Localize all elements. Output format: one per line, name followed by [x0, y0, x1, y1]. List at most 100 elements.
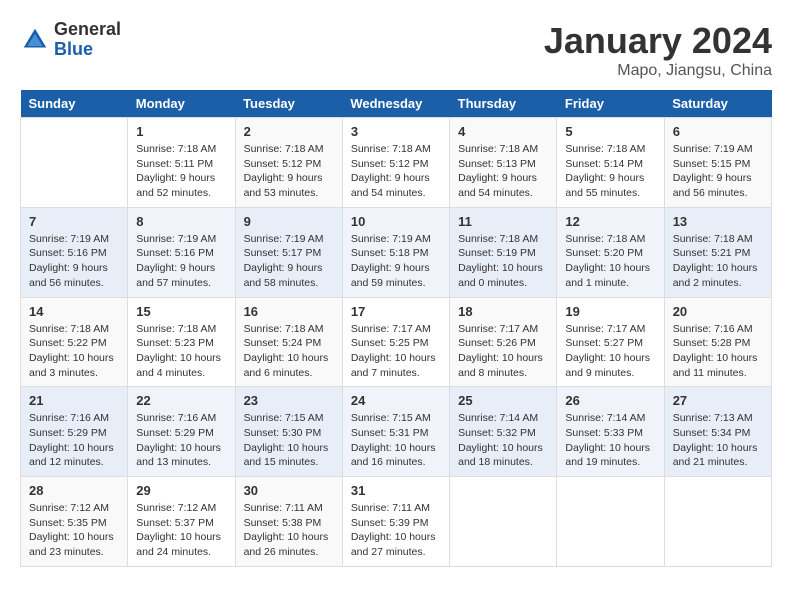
day-number: 23 — [244, 393, 334, 408]
header-cell: Wednesday — [342, 90, 449, 118]
logo-blue: Blue — [54, 40, 121, 60]
day-number: 2 — [244, 124, 334, 139]
logo-general: General — [54, 20, 121, 40]
calendar-cell: 21Sunrise: 7:16 AMSunset: 5:29 PMDayligh… — [21, 387, 128, 477]
calendar-subtitle: Mapo, Jiangsu, China — [544, 62, 772, 80]
calendar-cell — [664, 477, 771, 567]
calendar-cell — [21, 118, 128, 208]
calendar-week-row: 21Sunrise: 7:16 AMSunset: 5:29 PMDayligh… — [21, 387, 772, 477]
calendar-cell: 15 Sunrise: 7:18 AMSunset: 5:23 PMDayligh… — [128, 297, 235, 387]
day-info: Sunrise: 7:16 AMSunset: 5:28 PMDaylight:… — [673, 322, 763, 381]
calendar-week-row: 7 Sunrise: 7:19 AMSunset: 5:16 PMDaylight… — [21, 207, 772, 297]
day-info: Sunrise: 7:19 AMSunset: 5:18 PMDaylight:… — [351, 232, 441, 291]
day-number: 9 — [244, 214, 334, 229]
header-cell: Tuesday — [235, 90, 342, 118]
calendar-cell: 20 Sunrise: 7:16 AMSunset: 5:28 PMDayligh… — [664, 297, 771, 387]
day-number: 24 — [351, 393, 441, 408]
day-info: Sunrise: 7:18 AMSunset: 5:19 PMDaylight:… — [458, 232, 548, 291]
calendar-cell: 4Sunrise: 7:18 AMSunset: 5:13 PMDaylight… — [450, 118, 557, 208]
day-number: 25 — [458, 393, 548, 408]
day-number: 15 — [136, 304, 226, 319]
day-number: 11 — [458, 214, 548, 229]
day-info: Sunrise: 7:19 AMSunset: 5:16 PMDaylight:… — [136, 232, 226, 291]
day-number: 1 — [136, 124, 226, 139]
day-info: Sunrise: 7:18 AMSunset: 5:12 PMDaylight:… — [244, 142, 334, 201]
day-number: 20 — [673, 304, 763, 319]
calendar-cell: 22 Sunrise: 7:16 AMSunset: 5:29 PMDayligh… — [128, 387, 235, 477]
calendar-week-row: 1Sunrise: 7:18 AMSunset: 5:11 PMDaylight… — [21, 118, 772, 208]
calendar-cell: 23Sunrise: 7:15 AMSunset: 5:30 PMDayligh… — [235, 387, 342, 477]
logo-text: General Blue — [54, 20, 121, 60]
calendar-cell: 2 Sunrise: 7:18 AMSunset: 5:12 PMDaylight… — [235, 118, 342, 208]
day-number: 18 — [458, 304, 548, 319]
calendar-cell — [557, 477, 664, 567]
day-number: 17 — [351, 304, 441, 319]
page-header: General Blue January 2024 Mapo, Jiangsu,… — [20, 20, 772, 80]
logo-icon — [20, 25, 50, 55]
day-info: Sunrise: 7:19 AMSunset: 5:16 PMDaylight:… — [29, 232, 119, 291]
day-info: Sunrise: 7:16 AMSunset: 5:29 PMDaylight:… — [136, 411, 226, 470]
header-cell: Sunday — [21, 90, 128, 118]
day-info: Sunrise: 7:19 AMSunset: 5:15 PMDaylight:… — [673, 142, 763, 201]
calendar-cell: 12 Sunrise: 7:18 AMSunset: 5:20 PMDayligh… — [557, 207, 664, 297]
calendar-cell: 24 Sunrise: 7:15 AMSunset: 5:31 PMDayligh… — [342, 387, 449, 477]
header-cell: Friday — [557, 90, 664, 118]
day-info: Sunrise: 7:14 AMSunset: 5:33 PMDaylight:… — [565, 411, 655, 470]
calendar-cell: 25 Sunrise: 7:14 AMSunset: 5:32 PMDayligh… — [450, 387, 557, 477]
logo: General Blue — [20, 20, 121, 60]
day-number: 7 — [29, 214, 119, 229]
day-info: Sunrise: 7:12 AMSunset: 5:37 PMDaylight:… — [136, 501, 226, 560]
day-info: Sunrise: 7:16 AMSunset: 5:29 PMDaylight:… — [29, 411, 119, 470]
calendar-cell: 6Sunrise: 7:19 AMSunset: 5:15 PMDaylight… — [664, 118, 771, 208]
day-info: Sunrise: 7:18 AMSunset: 5:24 PMDaylight:… — [244, 322, 334, 381]
day-info: Sunrise: 7:18 AMSunset: 5:12 PMDaylight:… — [351, 142, 441, 201]
calendar-cell: 3Sunrise: 7:18 AMSunset: 5:12 PMDaylight… — [342, 118, 449, 208]
calendar-table: SundayMondayTuesdayWednesdayThursdayFrid… — [20, 90, 772, 567]
calendar-cell: 26 Sunrise: 7:14 AMSunset: 5:33 PMDayligh… — [557, 387, 664, 477]
calendar-cell: 18Sunrise: 7:17 AMSunset: 5:26 PMDayligh… — [450, 297, 557, 387]
day-number: 12 — [565, 214, 655, 229]
calendar-week-row: 14 Sunrise: 7:18 AMSunset: 5:22 PMDayligh… — [21, 297, 772, 387]
day-info: Sunrise: 7:11 AMSunset: 5:39 PMDaylight:… — [351, 501, 441, 560]
day-number: 26 — [565, 393, 655, 408]
calendar-week-row: 28Sunrise: 7:12 AMSunset: 5:35 PMDayligh… — [21, 477, 772, 567]
calendar-cell: 29 Sunrise: 7:12 AMSunset: 5:37 PMDayligh… — [128, 477, 235, 567]
header-cell: Monday — [128, 90, 235, 118]
calendar-cell: 13 Sunrise: 7:18 AMSunset: 5:21 PMDayligh… — [664, 207, 771, 297]
header-row: SundayMondayTuesdayWednesdayThursdayFrid… — [21, 90, 772, 118]
calendar-cell: 11 Sunrise: 7:18 AMSunset: 5:19 PMDayligh… — [450, 207, 557, 297]
calendar-cell: 8Sunrise: 7:19 AMSunset: 5:16 PMDaylight… — [128, 207, 235, 297]
day-info: Sunrise: 7:17 AMSunset: 5:27 PMDaylight:… — [565, 322, 655, 381]
calendar-cell: 10Sunrise: 7:19 AMSunset: 5:18 PMDayligh… — [342, 207, 449, 297]
day-number: 30 — [244, 483, 334, 498]
day-number: 16 — [244, 304, 334, 319]
calendar-cell: 28Sunrise: 7:12 AMSunset: 5:35 PMDayligh… — [21, 477, 128, 567]
day-number: 31 — [351, 483, 441, 498]
day-number: 29 — [136, 483, 226, 498]
day-info: Sunrise: 7:11 AMSunset: 5:38 PMDaylight:… — [244, 501, 334, 560]
day-info: Sunrise: 7:18 AMSunset: 5:21 PMDaylight:… — [673, 232, 763, 291]
calendar-cell: 30 Sunrise: 7:11 AMSunset: 5:38 PMDayligh… — [235, 477, 342, 567]
day-info: Sunrise: 7:15 AMSunset: 5:31 PMDaylight:… — [351, 411, 441, 470]
calendar-cell: 16 Sunrise: 7:18 AMSunset: 5:24 PMDayligh… — [235, 297, 342, 387]
day-number: 27 — [673, 393, 763, 408]
calendar-cell: 27Sunrise: 7:13 AMSunset: 5:34 PMDayligh… — [664, 387, 771, 477]
day-info: Sunrise: 7:18 AMSunset: 5:22 PMDaylight:… — [29, 322, 119, 381]
day-number: 5 — [565, 124, 655, 139]
day-info: Sunrise: 7:18 AMSunset: 5:23 PMDaylight:… — [136, 322, 226, 381]
calendar-cell: 31 Sunrise: 7:11 AMSunset: 5:39 PMDayligh… — [342, 477, 449, 567]
day-number: 14 — [29, 304, 119, 319]
day-info: Sunrise: 7:14 AMSunset: 5:32 PMDaylight:… — [458, 411, 548, 470]
calendar-title: January 2024 — [544, 20, 772, 62]
calendar-cell: 19Sunrise: 7:17 AMSunset: 5:27 PMDayligh… — [557, 297, 664, 387]
calendar-cell: 9 Sunrise: 7:19 AMSunset: 5:17 PMDaylight… — [235, 207, 342, 297]
calendar-cell: 5Sunrise: 7:18 AMSunset: 5:14 PMDaylight… — [557, 118, 664, 208]
day-number: 13 — [673, 214, 763, 229]
day-number: 4 — [458, 124, 548, 139]
day-number: 22 — [136, 393, 226, 408]
calendar-cell: 14 Sunrise: 7:18 AMSunset: 5:22 PMDayligh… — [21, 297, 128, 387]
day-info: Sunrise: 7:19 AMSunset: 5:17 PMDaylight:… — [244, 232, 334, 291]
day-info: Sunrise: 7:18 AMSunset: 5:20 PMDaylight:… — [565, 232, 655, 291]
calendar-cell: 17 Sunrise: 7:17 AMSunset: 5:25 PMDayligh… — [342, 297, 449, 387]
day-info: Sunrise: 7:17 AMSunset: 5:25 PMDaylight:… — [351, 322, 441, 381]
